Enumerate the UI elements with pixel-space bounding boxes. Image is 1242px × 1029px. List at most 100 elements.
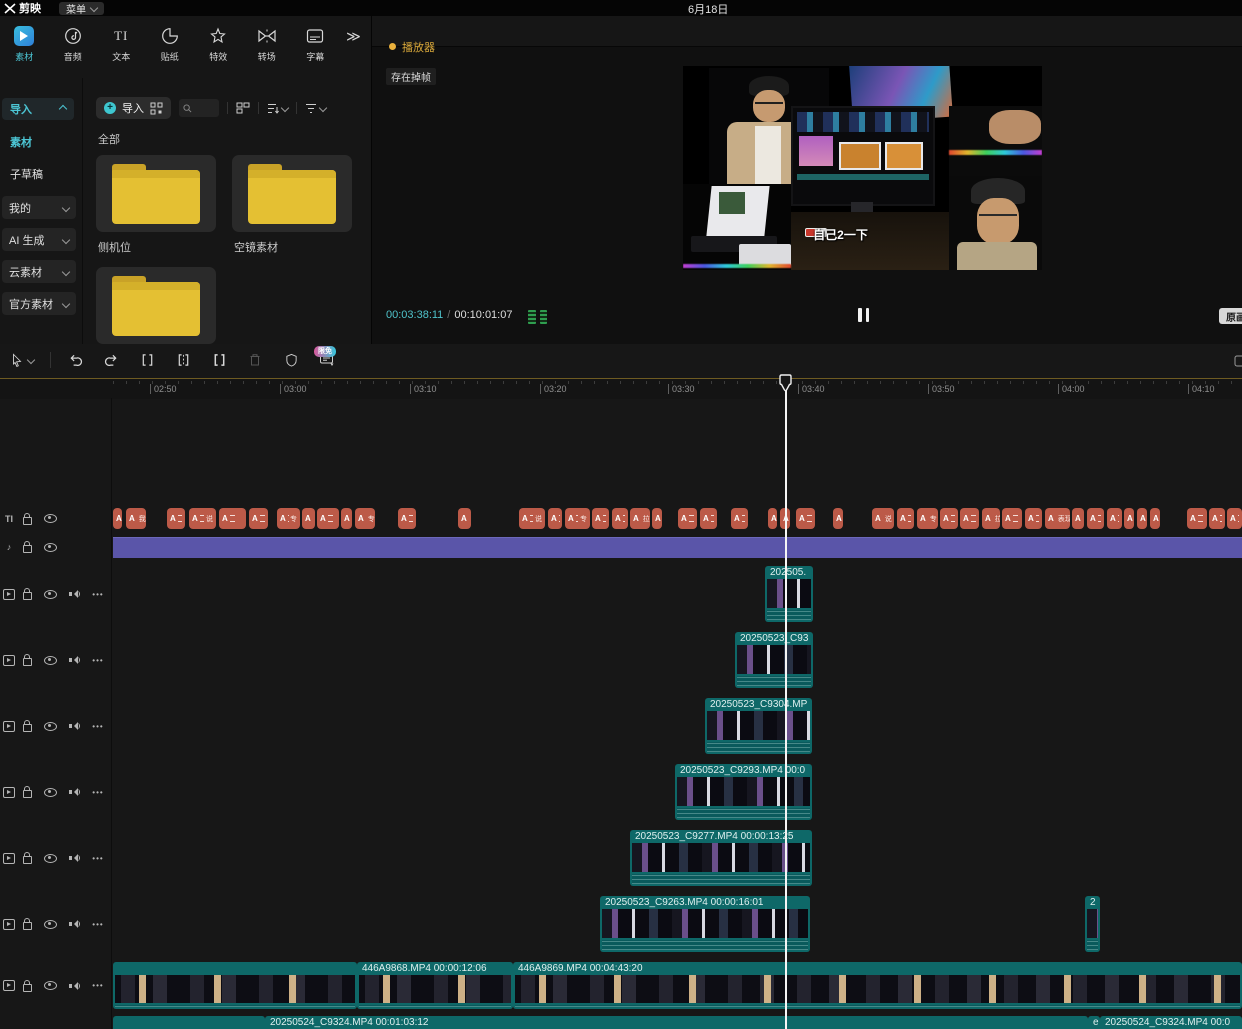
video-clip[interactable]: 2 bbox=[1085, 896, 1100, 952]
lock-icon[interactable] bbox=[23, 790, 32, 798]
mask-button[interactable] bbox=[280, 349, 302, 371]
more-icon[interactable]: ••• bbox=[92, 981, 103, 990]
tab-effects[interactable]: 特效 bbox=[194, 23, 243, 75]
video-clip[interactable]: 20250523_C9293.MP4 00:0 bbox=[675, 764, 812, 820]
speaker-icon[interactable] bbox=[69, 589, 80, 599]
timeline-ruler[interactable]: 02:5003:0003:1003:2003:3003:4003:5004:00… bbox=[0, 378, 1242, 399]
video-clip[interactable]: 202505. bbox=[765, 566, 813, 622]
speaker-icon[interactable] bbox=[69, 787, 80, 797]
tab-transitions[interactable]: 转场 bbox=[243, 23, 292, 75]
tab-audio[interactable]: 音频 bbox=[49, 23, 98, 75]
lock-icon[interactable] bbox=[23, 545, 32, 553]
video-clip[interactable]: 446A9868.MP4 00:00:12:06 bbox=[357, 962, 513, 1009]
more-icon[interactable]: ••• bbox=[92, 656, 103, 665]
tab-text[interactable]: TI文本 bbox=[97, 23, 146, 75]
eye-icon[interactable] bbox=[44, 854, 57, 863]
text-clip[interactable]: A bbox=[833, 508, 843, 529]
sort-button[interactable] bbox=[267, 103, 288, 114]
speaker-icon[interactable] bbox=[69, 721, 80, 731]
text-clip[interactable]: A bbox=[897, 508, 914, 529]
video-clip[interactable]: 20250523_C9304.MP bbox=[705, 698, 812, 754]
text-clip[interactable]: A bbox=[1124, 508, 1134, 529]
more-icon[interactable]: ••• bbox=[92, 854, 103, 863]
playhead[interactable] bbox=[785, 378, 787, 1029]
qr-import-icon[interactable] bbox=[150, 102, 163, 115]
text-clip[interactable]: A bbox=[167, 508, 185, 529]
video-clip[interactable]: 446A9869.MP4 00:04:43:20 bbox=[513, 962, 1242, 1009]
eye-icon[interactable] bbox=[44, 981, 57, 990]
eye-icon[interactable] bbox=[44, 920, 57, 929]
text-clip[interactable]: A bbox=[398, 508, 416, 529]
text-clip[interactable]: A bbox=[548, 508, 562, 529]
text-clip[interactable]: A bbox=[592, 508, 609, 529]
speaker-icon[interactable] bbox=[69, 981, 80, 991]
text-clip[interactable]: A bbox=[940, 508, 958, 529]
text-clip[interactable]: A bbox=[796, 508, 815, 529]
split-right-button[interactable] bbox=[208, 349, 230, 371]
text-clip[interactable]: A bbox=[1227, 508, 1242, 529]
text-clip[interactable]: A bbox=[1025, 508, 1042, 529]
sidebar-group-3[interactable]: 官方素材 bbox=[2, 292, 76, 315]
text-clip[interactable]: A bbox=[1107, 508, 1122, 529]
filter-button[interactable] bbox=[305, 103, 326, 114]
eye-icon[interactable] bbox=[44, 543, 57, 552]
lock-icon[interactable] bbox=[23, 922, 32, 930]
search-input[interactable] bbox=[179, 99, 219, 117]
text-clip[interactable]: A专 bbox=[917, 508, 938, 529]
text-clip[interactable]: A说 bbox=[872, 508, 894, 529]
chevron-down-icon[interactable] bbox=[27, 356, 35, 364]
text-clip[interactable]: A bbox=[219, 508, 246, 529]
folder-tile[interactable] bbox=[96, 155, 216, 232]
text-clip[interactable]: A说 bbox=[519, 508, 545, 529]
lock-icon[interactable] bbox=[23, 856, 32, 864]
eye-icon[interactable] bbox=[44, 514, 57, 523]
grid-view-icon[interactable] bbox=[236, 102, 250, 114]
sidebar-group-1[interactable]: AI 生成 bbox=[2, 228, 76, 251]
more-icon[interactable]: ••• bbox=[92, 788, 103, 797]
split-button[interactable] bbox=[172, 349, 194, 371]
sidebar-item-draft[interactable]: 子草稿 bbox=[10, 166, 43, 182]
menu-button[interactable]: 菜单 bbox=[59, 2, 104, 15]
text-clip[interactable]: A bbox=[1002, 508, 1022, 529]
undo-button[interactable] bbox=[64, 349, 86, 371]
sidebar-group-2[interactable]: 云素材 bbox=[2, 260, 76, 283]
text-clip[interactable]: A bbox=[731, 508, 748, 529]
lock-icon[interactable] bbox=[23, 724, 32, 732]
text-clip[interactable]: A我 bbox=[126, 508, 146, 529]
eye-icon[interactable] bbox=[44, 722, 57, 731]
redo-button[interactable] bbox=[100, 349, 122, 371]
text-clip[interactable]: A bbox=[341, 508, 352, 529]
text-clip[interactable]: A专 bbox=[277, 508, 300, 529]
audio-track-clip[interactable] bbox=[113, 537, 1242, 558]
import-button[interactable]: + 导入 bbox=[96, 97, 171, 119]
video-clip[interactable] bbox=[113, 1016, 265, 1029]
eye-icon[interactable] bbox=[44, 788, 57, 797]
text-clip[interactable]: A bbox=[1209, 508, 1225, 529]
video-clip[interactable] bbox=[113, 962, 357, 1009]
select-tool-button[interactable] bbox=[7, 349, 37, 371]
pause-button[interactable] bbox=[858, 308, 872, 322]
text-clip[interactable]: A专 bbox=[355, 508, 375, 529]
folder-tile[interactable] bbox=[232, 155, 352, 232]
eye-icon[interactable] bbox=[44, 590, 57, 599]
text-clip[interactable]: A bbox=[768, 508, 777, 529]
sidebar-import-header[interactable]: 导入 bbox=[2, 98, 74, 120]
more-icon[interactable]: ••• bbox=[92, 590, 103, 599]
sidebar-item-media[interactable]: 素材 bbox=[10, 134, 32, 150]
text-clip[interactable]: A bbox=[113, 508, 122, 529]
lock-icon[interactable] bbox=[23, 592, 32, 600]
video-clip[interactable]: 20250524_C9324.MP4 00:0 bbox=[1100, 1016, 1242, 1029]
text-clip[interactable]: A拉 bbox=[982, 508, 1000, 529]
text-clip[interactable]: A拉 bbox=[630, 508, 650, 529]
speaker-icon[interactable] bbox=[69, 853, 80, 863]
tab-more[interactable]: ≫ bbox=[340, 23, 368, 75]
lock-icon[interactable] bbox=[23, 984, 32, 992]
more-icon[interactable]: ••• bbox=[92, 920, 103, 929]
tab-sticker[interactable]: 贴纸 bbox=[146, 23, 195, 75]
text-clip[interactable]: A bbox=[458, 508, 471, 529]
text-clip[interactable]: A bbox=[652, 508, 662, 529]
sidebar-group-0[interactable]: 我的 bbox=[2, 196, 76, 219]
video-clip[interactable]: e bbox=[1088, 1016, 1100, 1029]
text-clip[interactable]: A bbox=[249, 508, 268, 529]
speaker-icon[interactable] bbox=[69, 919, 80, 929]
